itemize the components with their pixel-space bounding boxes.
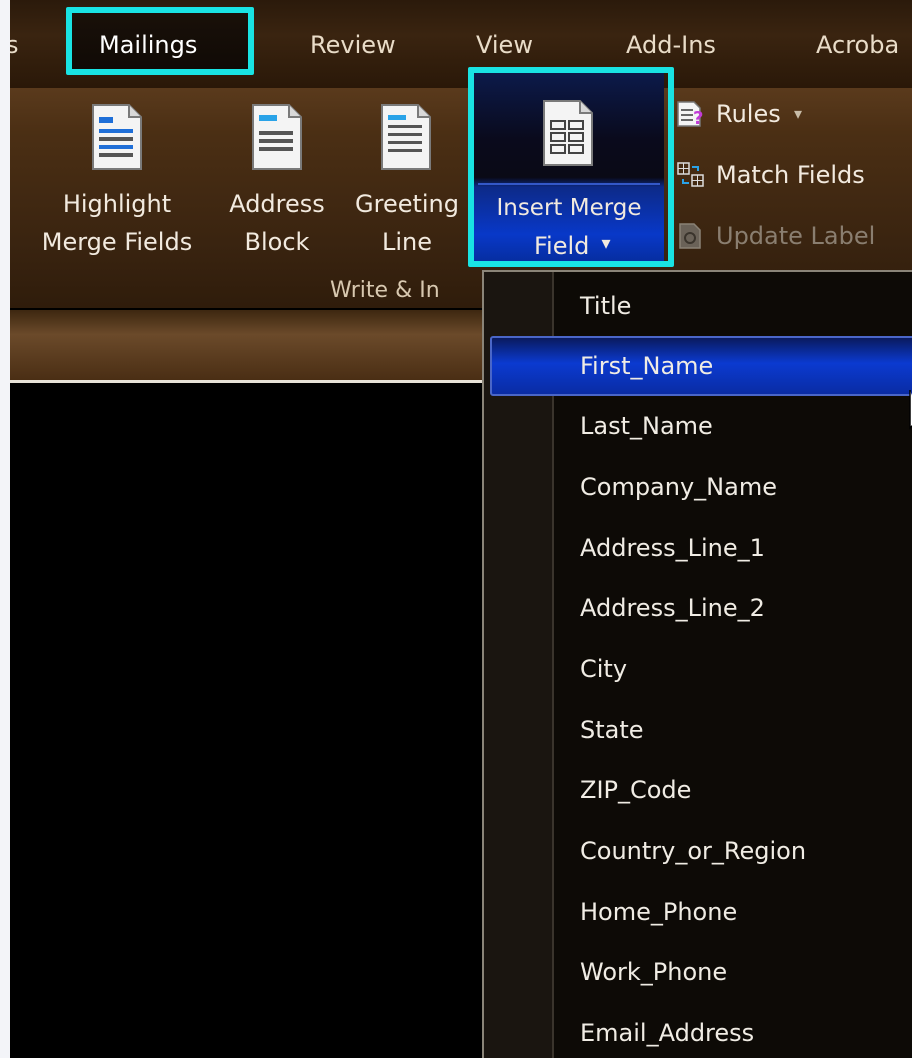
match-fields-label: Match Fields bbox=[716, 161, 865, 189]
update-labels-icon bbox=[679, 223, 701, 249]
menu-item-company-name[interactable]: Company_Name bbox=[484, 457, 912, 517]
match-fields-icon bbox=[677, 162, 704, 187]
greeting-line-button[interactable]: Greeting Line bbox=[342, 95, 472, 265]
insert-merge-field-highlight-box bbox=[468, 67, 674, 267]
update-labels-button[interactable]: Update Label bbox=[676, 214, 912, 258]
write-insert-group-label: Write & In bbox=[330, 278, 440, 303]
tab-view[interactable]: View bbox=[476, 30, 533, 60]
rules-chevron-down-icon: ▾ bbox=[794, 104, 803, 123]
highlight-merge-fields-icon bbox=[92, 104, 142, 170]
highlight-label-line1: Highlight bbox=[62, 190, 172, 218]
rules-label: Rules bbox=[716, 100, 781, 128]
menu-item-email-address[interactable]: Email_Address bbox=[484, 1003, 912, 1058]
greeting-label-line2: Line bbox=[381, 228, 432, 256]
address-block-button[interactable]: Address Block bbox=[215, 95, 339, 265]
menu-item-last-name[interactable]: Last_Name bbox=[484, 396, 912, 456]
rules-icon: ? bbox=[677, 101, 703, 128]
greeting-label-line1: Greeting bbox=[355, 190, 459, 218]
ribbon-tab-strip: s Mailings Review View Add-Ins Acroba bbox=[10, 0, 912, 88]
merge-field-dropdown-menu: Title First_Name Last_Name Company_Name … bbox=[482, 270, 912, 1058]
menu-item-country-or-region[interactable]: Country_or_Region bbox=[484, 821, 912, 881]
mailings-highlight-box bbox=[66, 7, 254, 75]
address-label-line2: Block bbox=[244, 228, 310, 256]
address-block-icon bbox=[252, 104, 302, 170]
update-labels-label: Update Label bbox=[716, 222, 876, 250]
menu-item-state[interactable]: State bbox=[484, 700, 912, 760]
tab-review[interactable]: Review bbox=[310, 30, 396, 60]
menu-item-home-phone[interactable]: Home_Phone bbox=[484, 882, 912, 942]
svg-text:?: ? bbox=[693, 108, 703, 128]
word-window: s Mailings Review View Add-Ins Acroba Hi… bbox=[10, 0, 912, 1058]
menu-item-city[interactable]: City bbox=[484, 639, 912, 699]
address-label-line1: Address bbox=[229, 190, 325, 218]
mouse-cursor-icon bbox=[909, 390, 912, 430]
menu-item-work-phone[interactable]: Work_Phone bbox=[484, 942, 912, 1002]
menu-item-first-name[interactable]: First_Name bbox=[490, 336, 912, 396]
greeting-line-icon bbox=[381, 104, 431, 170]
highlight-merge-fields-button[interactable]: Highlight Merge Fields bbox=[28, 95, 206, 265]
menu-item-zip-code[interactable]: ZIP_Code bbox=[484, 760, 912, 820]
menu-item-address-line-2[interactable]: Address_Line_2 bbox=[484, 578, 912, 638]
match-fields-button[interactable]: Match Fields bbox=[676, 153, 912, 197]
rules-button[interactable]: ? Rules ▾ bbox=[676, 92, 876, 136]
tab-references-partial[interactable]: s bbox=[10, 30, 19, 60]
menu-item-title[interactable]: Title bbox=[484, 276, 912, 336]
tab-acrobat[interactable]: Acroba bbox=[816, 30, 899, 60]
tab-add-ins[interactable]: Add-Ins bbox=[626, 30, 716, 60]
highlight-label-line2: Merge Fields bbox=[41, 228, 193, 256]
menu-item-address-line-1[interactable]: Address_Line_1 bbox=[484, 518, 912, 578]
